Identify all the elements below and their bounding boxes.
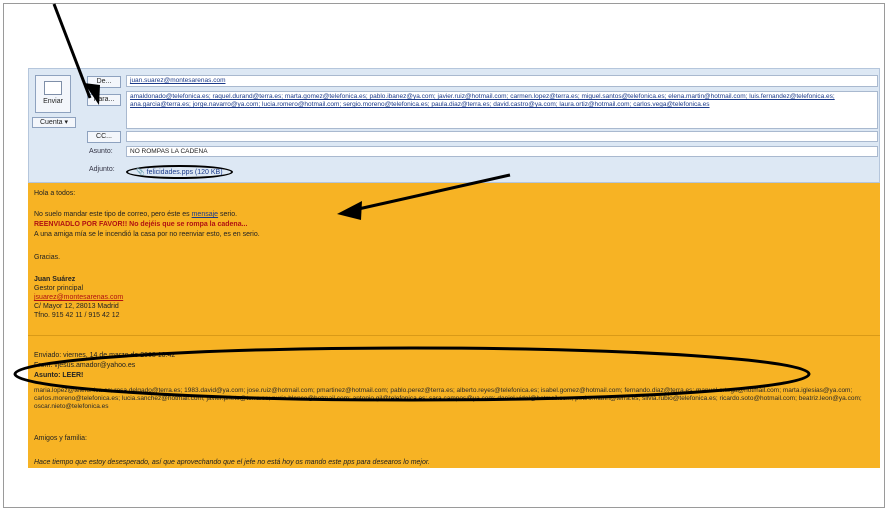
- arrow-to-cc-field: [52, 3, 92, 99]
- arrowhead-message: [337, 201, 362, 220]
- annotation-overlay: [13, 3, 811, 402]
- ellipse-forwarded-addresses: [13, 346, 811, 402]
- arrowhead-cc: [84, 83, 100, 105]
- arrow-to-message-line: [344, 173, 511, 214]
